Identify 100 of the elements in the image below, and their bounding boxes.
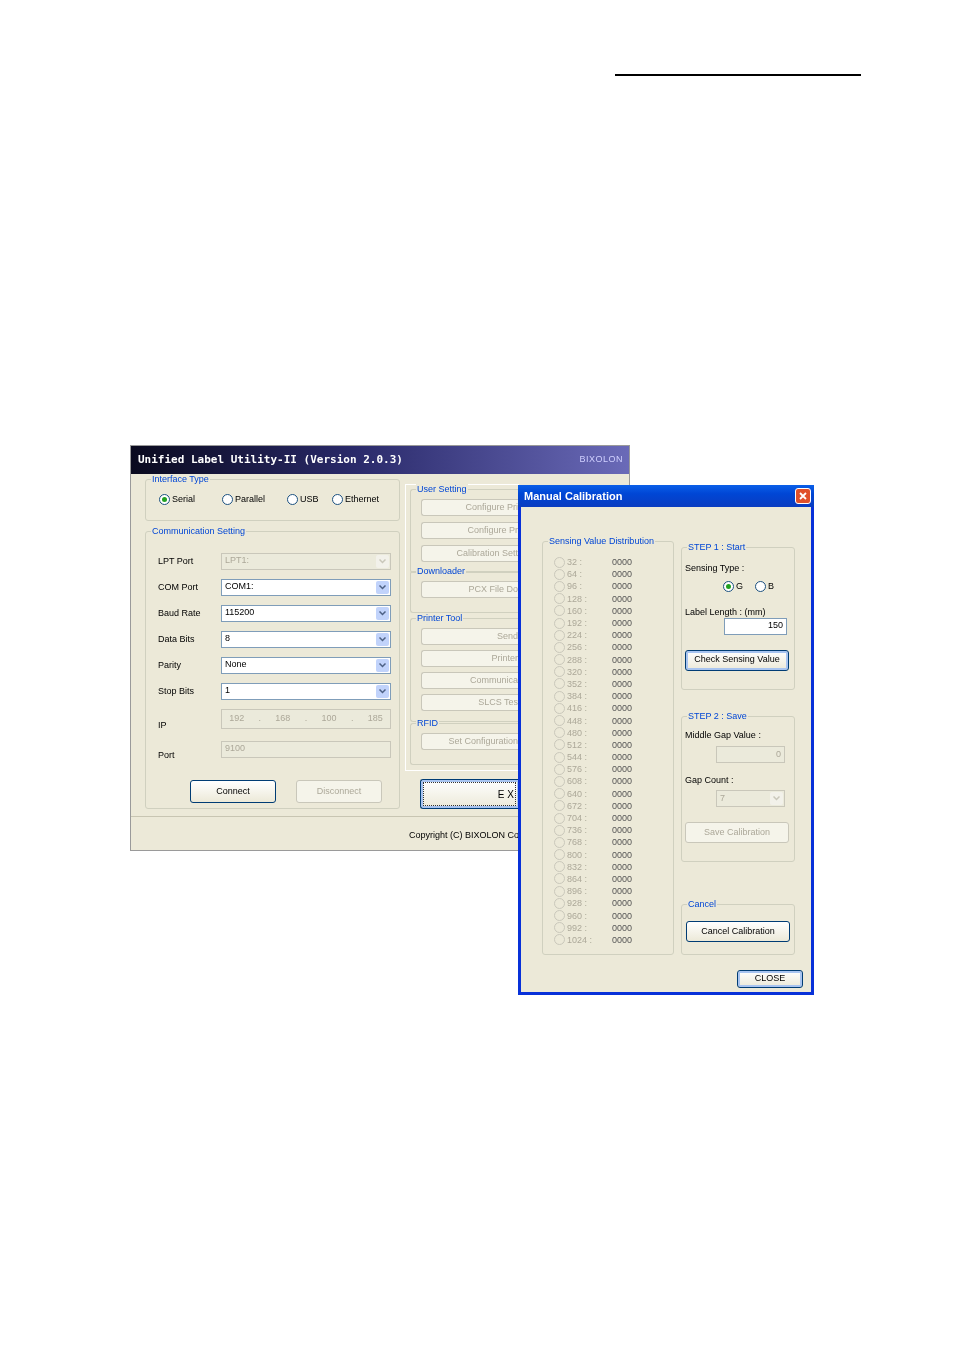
sensing-value: 0000 <box>612 665 633 678</box>
close-icon <box>799 492 807 500</box>
chevron-down-icon <box>773 796 780 801</box>
group-legend: Interface Type <box>151 474 210 485</box>
dropdown-button[interactable] <box>376 606 389 620</box>
sensing-label: 64 : <box>567 568 583 581</box>
sensing-value: 0000 <box>612 872 633 885</box>
group-legend: Communication Setting <box>151 526 247 537</box>
chevron-down-icon <box>379 584 386 590</box>
sensing-value: 0000 <box>612 738 633 751</box>
sensing-value: 0000 <box>612 568 633 581</box>
field-label: Port <box>158 749 176 761</box>
sensing-value: 0000 <box>612 885 633 898</box>
sensing-label: 896 : <box>567 885 589 898</box>
sensing-label: 928 : <box>567 897 589 910</box>
sensing-label: 320 : <box>567 665 589 678</box>
sensing-label: 32 : <box>567 556 583 569</box>
close-dialog-button[interactable]: CLOSE <box>737 970 803 988</box>
sensing-value: 0000 <box>612 641 633 654</box>
sensing-value: 0000 <box>612 921 633 934</box>
sensing-value: 0000 <box>612 787 633 800</box>
sensing-value: 0000 <box>612 556 633 569</box>
sensing-label: 832 : <box>567 860 589 873</box>
field-label: IP <box>158 719 168 731</box>
sensing-label: 448 : <box>567 714 589 727</box>
window-title: Unified Label Utility-II (Version 2.0.3) <box>138 451 403 468</box>
sensing-value: 0000 <box>612 897 633 910</box>
sensing-value: 0000 <box>612 726 633 739</box>
sensing-value: 0000 <box>612 860 633 873</box>
sensing-value: 0000 <box>612 836 633 849</box>
field-label: Sensing Type : <box>685 562 746 574</box>
sensing-value: 0000 <box>612 702 633 715</box>
sensing-label: 672 : <box>567 799 589 812</box>
input-field[interactable]: 150 <box>724 617 787 635</box>
interface-option[interactable]: Serial <box>159 493 222 507</box>
sensing-type-option[interactable]: B <box>755 580 775 594</box>
dropdown-button[interactable] <box>376 658 389 672</box>
dropdown-field[interactable]: 8 <box>221 630 391 648</box>
group-legend: Printer Tool <box>416 613 464 624</box>
group-legend: RFID <box>416 718 439 729</box>
sensing-value: 0000 <box>612 909 633 922</box>
group-legend: User Setting <box>416 484 468 495</box>
field-label: Gap Count : <box>685 774 735 786</box>
sensing-label: 704 : <box>567 812 589 825</box>
sensing-label: 128 : <box>567 592 589 605</box>
sensing-label: 992 : <box>567 921 589 934</box>
sensing-label: 544 : <box>567 751 589 764</box>
check-sensing-button[interactable]: Check Sensing Value <box>685 649 789 671</box>
group-legend: Sensing Value Distribution <box>548 536 655 547</box>
chevron-down-icon <box>379 610 386 616</box>
chevron-down-icon <box>379 636 386 642</box>
dropdown-button[interactable] <box>376 632 389 646</box>
sensing-value: 0000 <box>612 677 633 690</box>
sensing-value: 0000 <box>612 824 633 837</box>
sensing-value: 0000 <box>612 848 633 861</box>
sensing-value: 0000 <box>612 763 633 776</box>
sensing-value: 0000 <box>612 580 633 593</box>
sensing-value: 0000 <box>612 604 633 617</box>
sensing-label: 192 : <box>567 617 589 630</box>
brand-name: BIXOLON <box>579 453 623 467</box>
sensing-label: 960 : <box>567 909 589 922</box>
interface-option[interactable]: Ethernet <box>332 493 392 507</box>
dropdown-field[interactable]: None <box>221 656 391 674</box>
sensing-value: 0000 <box>612 933 633 946</box>
sensing-value: 0000 <box>612 714 633 727</box>
sensing-label: 288 : <box>567 653 589 666</box>
sensing-label: 640 : <box>567 787 589 800</box>
field-label: Baud Rate <box>158 607 202 619</box>
sensing-label: 160 : <box>567 604 589 617</box>
dropdown-button[interactable] <box>376 684 389 698</box>
sensing-value: 0000 <box>612 629 633 642</box>
interface-option[interactable]: Parallel <box>222 493 287 507</box>
sensing-label: 352 : <box>567 677 589 690</box>
field-label: COM Port <box>158 581 199 593</box>
field-label: Stop Bits <box>158 685 196 697</box>
cancel-calibration-button[interactable]: Cancel Calibration <box>686 921 790 942</box>
group-legend: Downloader <box>416 566 467 577</box>
sensing-label: 512 : <box>567 738 589 751</box>
sensing-value: 0000 <box>612 812 633 825</box>
sensing-label: 96 : <box>567 580 583 593</box>
group-legend: STEP 1 : Start <box>687 542 747 553</box>
dropdown-button[interactable] <box>376 580 389 594</box>
exit-button[interactable]: EX <box>420 779 519 809</box>
chevron-down-icon <box>379 558 386 564</box>
sensing-value: 0000 <box>612 653 633 666</box>
dropdown-field[interactable]: 115200 <box>221 604 391 622</box>
close-button[interactable] <box>795 488 811 504</box>
chevron-down-icon <box>379 688 386 694</box>
sensing-type-option[interactable]: G <box>723 580 743 594</box>
dropdown-field[interactable]: 1 <box>221 682 391 700</box>
connection-button[interactable]: Connect <box>190 780 276 803</box>
sensing-value: 0000 <box>612 775 633 788</box>
dropdown-field[interactable]: COM1: <box>221 578 391 596</box>
sensing-value: 0000 <box>612 690 633 703</box>
chevron-down-icon <box>379 662 386 668</box>
sensing-label: 256 : <box>567 641 589 654</box>
group-legend: STEP 2 : Save <box>687 711 748 722</box>
sensing-value: 0000 <box>612 799 633 812</box>
sensing-label: 576 : <box>567 763 589 776</box>
interface-option[interactable]: USB <box>287 493 332 507</box>
